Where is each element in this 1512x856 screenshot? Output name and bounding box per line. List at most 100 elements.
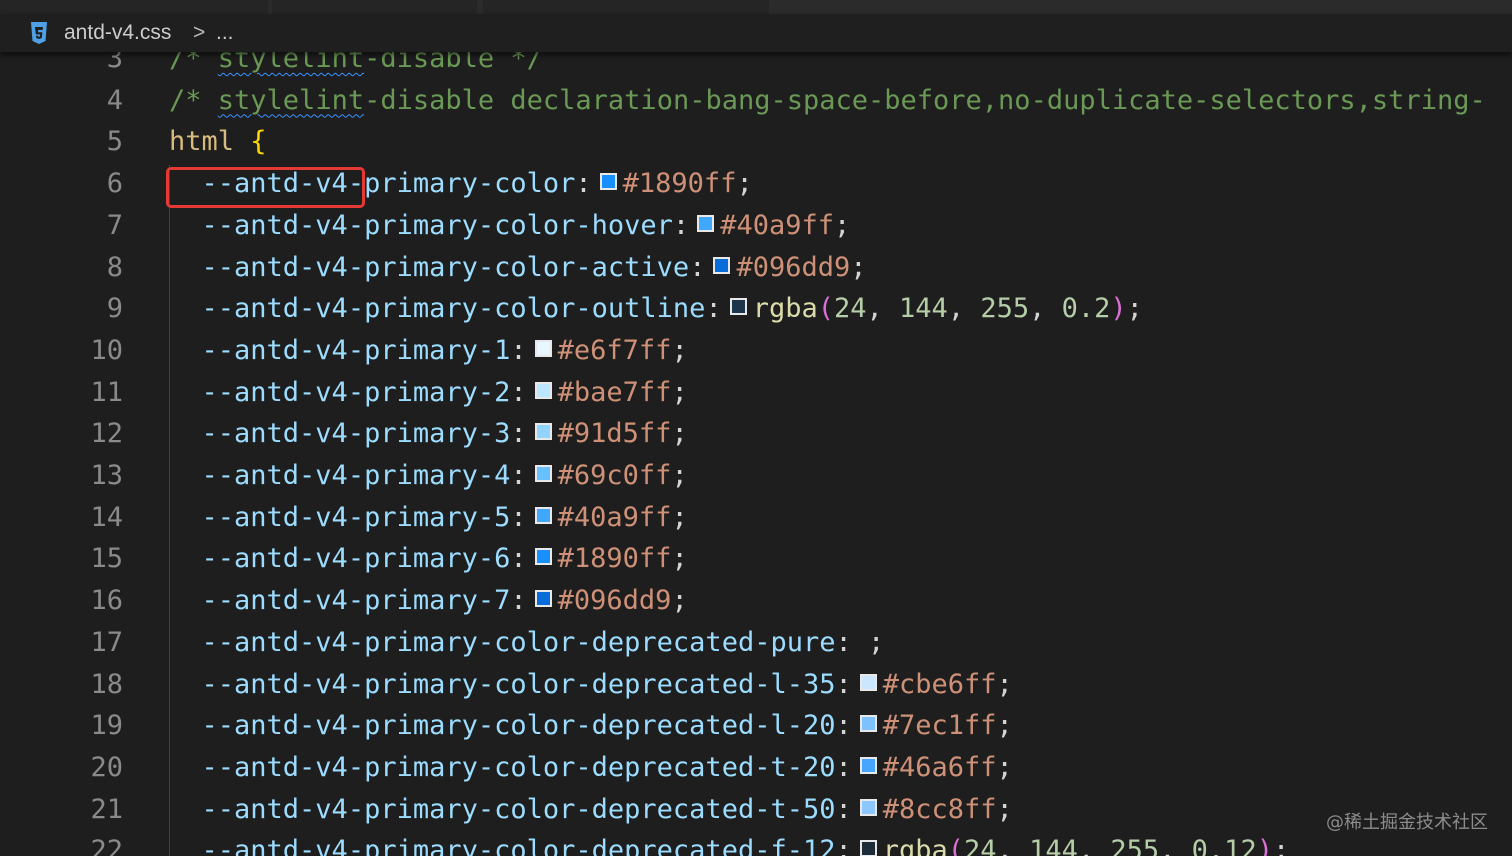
css-value: #7ec1ff — [882, 710, 997, 742]
breadcrumb-file[interactable]: antd-v4.css — [64, 21, 171, 45]
code-line[interactable]: 19 --antd-v4-primary-color-deprecated-l-… — [0, 705, 1512, 747]
code-line[interactable]: 16 --antd-v4-primary-7: #096dd9; — [0, 580, 1512, 622]
number-arg: 144 — [1029, 835, 1078, 856]
color-swatch[interactable] — [697, 214, 715, 232]
code-line[interactable]: 10 --antd-v4-primary-1: #e6f7ff; — [0, 330, 1512, 372]
colon: : — [835, 710, 852, 742]
color-swatch[interactable] — [859, 756, 877, 774]
paren: ( — [817, 293, 834, 325]
code-content: --antd-v4-primary-3: #91d5ff; — [169, 413, 688, 455]
line-number: 14 — [90, 501, 123, 533]
colon: : — [510, 501, 527, 533]
colon: : — [510, 585, 527, 617]
code-line[interactable]: 4 /* stylelint-disable declaration-bang-s… — [0, 80, 1512, 122]
code-line[interactable]: 11 --antd-v4-primary-2: #bae7ff; — [0, 372, 1512, 414]
line-number: 21 — [90, 793, 123, 825]
number-arg: 24 — [834, 293, 867, 325]
color-swatch[interactable] — [534, 423, 552, 441]
semicolon: ; — [996, 710, 1013, 742]
css-property: --antd-v4-primary-7 — [201, 585, 511, 617]
code-line[interactable]: 15 --antd-v4-primary-6: #1890ff; — [0, 538, 1512, 580]
code-line[interactable]: 12 --antd-v4-primary-3: #91d5ff; — [0, 413, 1512, 455]
colon: : — [510, 376, 527, 408]
number-arg: 0.2 — [1061, 293, 1111, 325]
semicolon: ; — [868, 626, 885, 658]
semicolon: ; — [736, 168, 753, 200]
comma: , — [996, 835, 1030, 856]
css-property: --antd-v4-primary-1 — [201, 334, 511, 366]
color-swatch[interactable] — [859, 715, 877, 733]
color-swatch[interactable] — [534, 381, 552, 399]
comma: , — [1159, 835, 1192, 856]
semicolon: ; — [996, 751, 1013, 783]
code-line[interactable]: 9 --antd-v4-primary-color-outline: rgba(2… — [0, 288, 1512, 330]
color-swatch[interactable] — [599, 173, 617, 191]
color-swatch[interactable] — [713, 256, 731, 274]
css-value: #cbe6ff — [882, 668, 997, 700]
color-swatch[interactable] — [859, 840, 877, 856]
code-line[interactable]: 22 --antd-v4-primary-color-deprecated-f-… — [0, 830, 1512, 856]
code-content: --antd-v4-primary-6: #1890ff; — [169, 538, 688, 580]
code-line[interactable]: 5 html { — [0, 121, 1512, 163]
css-value: #8cc8ff — [882, 793, 997, 825]
color-swatch[interactable] — [729, 298, 747, 316]
code-line[interactable]: 18 --antd-v4-primary-color-deprecated-l-… — [0, 664, 1512, 706]
semicolon: ; — [671, 460, 688, 491]
css-selector: html — [169, 126, 235, 158]
color-swatch[interactable] — [534, 465, 552, 482]
code-line[interactable]: 7 --antd-v4-primary-color-hover: #40a9ff; — [0, 205, 1512, 247]
code-content: --antd-v4-primary-2: #bae7ff; — [169, 372, 688, 414]
line-number: 7 — [106, 209, 123, 241]
open-brace: { — [250, 126, 267, 158]
code-line[interactable]: 17 --antd-v4-primary-color-deprecated-pu… — [0, 622, 1512, 664]
css-value: #1890ff — [622, 168, 737, 200]
line-number: 15 — [90, 543, 123, 575]
code-line[interactable]: 20 --antd-v4-primary-color-deprecated-t-… — [0, 747, 1512, 789]
comma: , — [1029, 293, 1062, 325]
colon: : — [835, 751, 852, 783]
color-swatch[interactable] — [534, 548, 552, 566]
colon: : — [672, 209, 690, 241]
code-content: --antd-v4-primary-4: #69c0ff; — [169, 455, 688, 497]
color-swatch[interactable] — [534, 590, 552, 608]
colon: : — [835, 835, 852, 856]
code-line[interactable]: 21 --antd-v4-primary-color-deprecated-t-… — [0, 789, 1512, 831]
code-line[interactable]: 14 --antd-v4-primary-5: #40a9ff; — [0, 497, 1512, 539]
line-number: 17 — [90, 626, 123, 658]
code-content: --antd-v4-primary-color-hover: #40a9ff; — [169, 205, 851, 247]
code-content: --antd-v4-primary-color-deprecated-t-50:… — [169, 789, 1013, 831]
code-content: --antd-v4-primary-color-deprecated-l-35:… — [169, 664, 1013, 706]
color-swatch[interactable] — [534, 506, 552, 524]
breadcrumb-symbol[interactable]: ... — [216, 21, 234, 45]
code-content: --antd-v4-primary-color-outline: rgba(24,… — [169, 288, 1143, 330]
css-property: --antd-v4-primary-color-deprecated-t-50 — [201, 793, 836, 825]
css-value: #46a6ff — [882, 751, 997, 783]
color-swatch[interactable] — [534, 339, 552, 357]
code-editor[interactable]: 3/* stylelint-disable */4/* stylelint-di… — [0, 0, 1512, 856]
colon: : — [835, 626, 852, 658]
line-number: 18 — [90, 668, 123, 700]
code-content: --antd-v4-primary-color-deprecated-t-20:… — [169, 747, 1013, 789]
colon: : — [510, 418, 527, 450]
code-line[interactable]: 13 --antd-v4-primary-4: #69c0ff; — [0, 455, 1512, 497]
css-property: --antd-v4-primary-color-outline — [201, 293, 706, 325]
line-number: 13 — [90, 460, 123, 491]
css-property: --antd-v4-primary-color-active — [201, 251, 690, 283]
comma: , — [866, 293, 900, 325]
semicolon: ; — [1272, 835, 1290, 856]
color-swatch[interactable] — [859, 673, 877, 691]
css-property: --antd-v4-primary-color-deprecated-f-12 — [201, 835, 836, 856]
code-content: --antd-v4-primary-7: #096dd9; — [169, 580, 688, 622]
color-swatch[interactable] — [859, 798, 877, 816]
code-line[interactable]: 8 --antd-v4-primary-color-active: #096dd9… — [0, 247, 1512, 289]
css-value: #69c0ff — [557, 460, 672, 491]
line-number: 12 — [90, 418, 123, 450]
